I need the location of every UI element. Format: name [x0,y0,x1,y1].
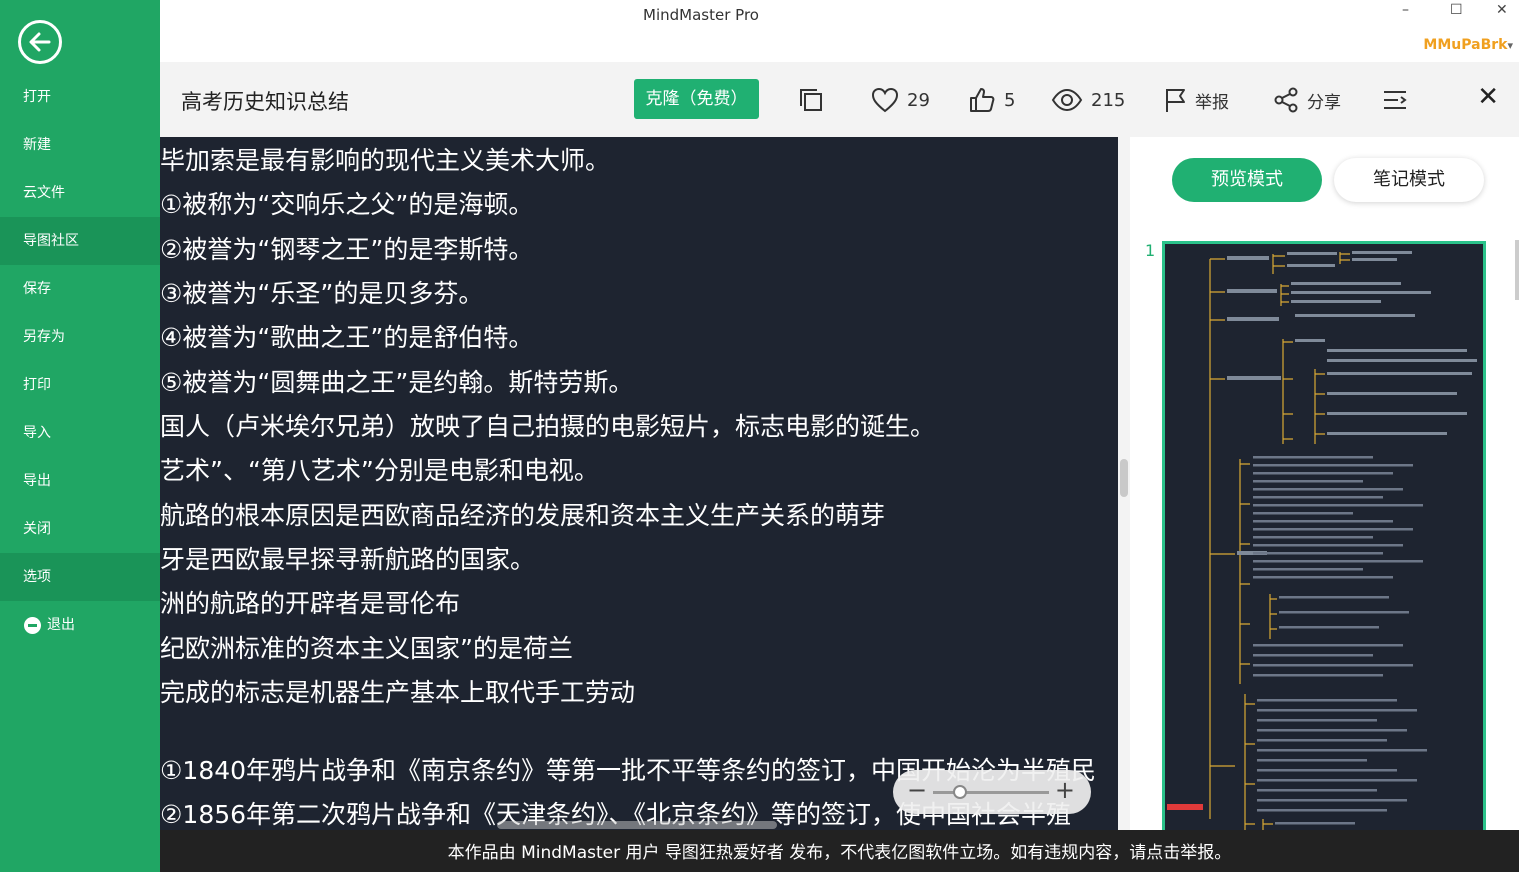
horizontal-scrollbar[interactable] [497,821,777,829]
menu-export[interactable]: 导出 [0,457,160,505]
text-line: ②被誉为“钢琴之王”的是李斯特。 [160,235,534,264]
share-icon [1274,87,1298,113]
mindmap-canvas[interactable]: 毕加索是最有影响的现代主义美术大师。 ①被称为“交响乐之父”的是海顿。 ②被誉为… [160,137,1118,830]
exit-icon [24,616,41,634]
menu-exit-label: 退出 [47,617,75,633]
like-button[interactable]: 5 [968,84,1015,116]
text-line: 牙是西欧最早探寻新航路的国家。 [160,545,536,574]
report-label: 举报 [1195,92,1229,113]
zoom-slider-track[interactable] [933,791,1049,794]
user-account-menu[interactable]: MMuPaBrk▾ [1423,37,1513,53]
favorite-button[interactable]: 29 [871,84,930,116]
text-line: 完成的标志是机器生产基本上取代手工劳动 [160,678,636,707]
menu-save[interactable]: 保存 [0,265,160,313]
text-line: 国人（卢米埃尔兄弟）放映了自己拍摄的电影短片，标志电影的诞生。 [160,412,936,441]
note-mode-button[interactable]: 笔记模式 [1334,158,1484,202]
copy-icon [800,89,822,111]
text-line: 毕加索是最有影响的现代主义美术大师。 [160,146,611,175]
minimize-button[interactable]: – [1402,2,1409,18]
menu-print[interactable]: 打印 [0,361,160,409]
heart-icon [871,87,899,113]
menu-open[interactable]: 打开 [0,73,160,121]
username: MMuPaBrk [1423,37,1508,53]
share-label: 分享 [1307,92,1341,113]
menu-community[interactable]: 导图社区 [0,217,160,265]
menu-cloud-files[interactable]: 云文件 [0,169,160,217]
views-indicator: 215 [1051,84,1125,116]
zoom-in-button[interactable]: + [1055,776,1075,804]
report-button[interactable]: 举报 [1163,84,1229,116]
thumbs-up-icon [970,88,995,112]
view-count: 215 [1091,89,1126,111]
like-count: 5 [1004,89,1016,111]
share-button[interactable]: 分享 [1273,84,1341,116]
copy-button[interactable] [798,84,824,116]
mindmap-thumbnail-image [1167,251,1477,838]
menu-options[interactable]: 选项 [0,553,160,601]
doc-title: 高考历史知识总结 [181,90,349,114]
vertical-scrollbar[interactable] [1118,137,1130,830]
text-line: ⑤被誉为“圆舞曲之王”是约翰。斯特劳斯。 [160,368,634,397]
eye-icon [1051,88,1083,112]
footer-notice[interactable]: 本作品由 MindMaster 用户 导图狂热爱好者 发布，不代表亿图软件立场。… [160,830,1519,872]
maximize-button[interactable]: ☐ [1450,2,1463,18]
back-button[interactable] [18,20,62,64]
text-line: 航路的根本原因是西欧商品经济的发展和资本主义生产关系的萌芽 [160,501,886,530]
clone-button[interactable]: 克隆（免费） [634,79,759,119]
text-line: ④被誉为“歌曲之王”的是舒伯特。 [160,323,534,352]
side-menu: 打开 新建 云文件 导图社区 保存 另存为 打印 导入 导出 关闭 选项 退出 [0,73,160,649]
panel-scrollbar[interactable] [1515,240,1519,300]
zoom-slider-handle[interactable] [953,785,967,799]
window-close-button[interactable]: ✕ [1496,2,1508,18]
file-menu-sidebar: 打开 新建 云文件 导图社区 保存 另存为 打印 导入 导出 关闭 选项 退出 [0,0,160,872]
zoom-control: − + [893,770,1091,814]
scrollbar-thumb[interactable] [1120,459,1128,497]
text-line: ①被称为“交响乐之父”的是海顿。 [160,190,534,219]
text-line: ③被誉为“乐圣”的是贝多芬。 [160,279,484,308]
menu-import[interactable]: 导入 [0,409,160,457]
menu-new[interactable]: 新建 [0,121,160,169]
page-number: 1 [1145,241,1156,260]
flag-icon [1166,89,1185,112]
doc-header: 高考历史知识总结 克隆（免费） 29 5 215 举报 分享 ✕ [160,62,1519,137]
close-view-button[interactable]: ✕ [1477,82,1499,112]
title-bar: MindMaster Pro – ☐ ✕ MMuPaBrk▾ [160,0,1519,62]
chevron-down-icon: ▾ [1507,39,1513,52]
text-line: 洲的航路的开辟者是哥伦布 [160,589,461,618]
menu-save-as[interactable]: 另存为 [0,313,160,361]
preview-panel: 预览模式 笔记模式 1 [1130,137,1519,841]
text-line: 纪欧洲标准的资本主义国家”的是荷兰 [160,634,573,663]
menu-close[interactable]: 关闭 [0,505,160,553]
zoom-out-button[interactable]: − [907,776,927,804]
preview-mode-button[interactable]: 预览模式 [1172,158,1322,202]
menu-exit[interactable]: 退出 [0,601,160,649]
favorite-count: 29 [907,89,930,111]
menu-lines-icon [1384,91,1407,109]
page-thumbnail[interactable] [1162,241,1486,841]
back-arrow-icon [29,32,51,52]
app-title: MindMaster Pro [643,6,759,24]
text-line: 艺术”、“第八艺术”分别是电影和电视。 [160,456,599,485]
outline-menu-button[interactable] [1382,84,1408,116]
